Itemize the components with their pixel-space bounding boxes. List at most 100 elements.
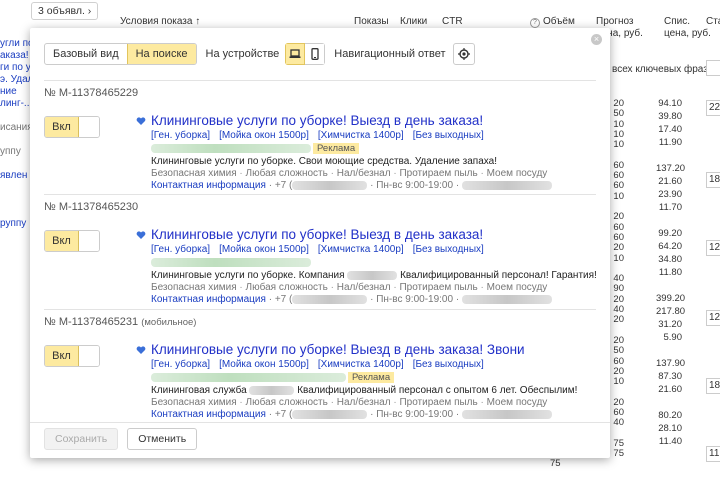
ad-text-end: Квалифицированный персонал с опытом 6 ле… [297,385,578,396]
ad-contact: Контактная информация · +7 ( · Пн-вс 9:0… [151,409,596,420]
left-fragment [0,110,30,122]
ad-number-text: № M-11378465229 [44,87,139,99]
phone-prefix: +7 ( [274,180,293,191]
toggle-on-label: Вкл [45,117,79,137]
sitelink[interactable]: [Мойка окон 1500р] [219,244,309,255]
ads-count-pill[interactable]: 3 объявл. › [31,2,99,20]
sitelink[interactable]: [Без выходных] [413,130,484,141]
sitelink[interactable]: [Ген. уборка] [151,130,210,141]
feature: Протираем пыль [391,397,478,408]
blurred-company [249,385,295,395]
ad-toggle[interactable]: Вкл [44,116,100,138]
sitelink[interactable]: [Химчистка 1400р] [318,130,404,141]
left-fragment: угли по [0,38,30,49]
toggle-knob [79,346,99,366]
all-phrases-label: всех ключевых фраз: [612,64,711,75]
left-fragment: исания [0,122,30,133]
blurred-phone [292,294,368,304]
blurred-url [151,257,311,267]
header-ctr[interactable]: CTR [442,16,463,27]
cell-value: 5.90 [663,332,683,343]
header-volume[interactable]: ? Объём [530,16,575,28]
bid-input[interactable]: 22 [706,100,720,116]
sitelinks: [Ген. уборка] [Мойка окон 1500р] [Химчистк… [151,244,596,255]
left-fragment [0,182,30,194]
ad-title[interactable]: Клининговые услуги по уборке! Выезд в де… [151,113,596,128]
contact-link[interactable]: Контактная информация [151,294,266,305]
feature: Любая сложность [237,397,328,408]
tab-basic-view[interactable]: Базовый вид [45,44,127,64]
ad-toggle[interactable]: Вкл [44,345,100,367]
sitelink[interactable]: [Мойка окон 1500р] [219,359,309,370]
sitelink[interactable]: [Ген. уборка] [151,359,210,370]
cell-value: 21.60 [658,384,682,395]
sitelink[interactable]: [Без выходных] [413,244,484,255]
sitelink[interactable]: [Ген. уборка] [151,244,210,255]
laptop-icon[interactable] [285,43,306,65]
phone-prefix: +7 ( [274,294,293,305]
cell-value: 87.30 [658,371,682,382]
header-writeoff[interactable]: Спис. цена, руб. [664,16,711,40]
header-conditions[interactable]: Условия показа ↑ [120,16,200,27]
left-fragment: ги по уб [0,62,30,73]
save-button[interactable]: Сохранить [44,428,119,450]
cell-value: 80.20 [658,410,682,421]
ad-title[interactable]: Клининговые услуги по уборке! Выезд в де… [151,342,596,357]
toggle-knob [79,117,99,137]
cell-value: 17.40 [658,124,682,135]
sitelink[interactable]: [Мойка окон 1500р] [219,130,309,141]
all-phrases-input[interactable] [706,60,720,76]
left-column-fragments: угли поаказа! Зги по убэ. Удалениелинг-.… [0,38,30,230]
ad-url-row: Реклама [151,142,596,154]
device-switch [285,43,326,65]
reklama-badge: Реклама [348,371,395,383]
bid-input[interactable]: 11 [706,446,720,462]
feature: Моем посуду [478,168,548,179]
left-fragment: уппу [0,146,21,157]
popup-footer: Сохранить Отменить [44,428,198,450]
blurred-phone [292,180,368,190]
blurred-address [461,180,552,190]
ad-url-row [151,256,596,268]
sitelink[interactable]: [Без выходных] [413,359,484,370]
blurred-phone [292,409,368,419]
mobile-suffix: (мобильное) [141,317,197,328]
bid-input[interactable]: 12 [706,240,720,256]
footer-divider [30,422,610,423]
tab-on-search[interactable]: На поиске [126,44,196,64]
blurred-url [151,372,346,382]
cell-value: 399.20 [656,293,686,304]
bid-input[interactable]: 18 [706,378,720,394]
ad-toggle[interactable]: Вкл [44,230,100,252]
header-shows[interactable]: Показы [354,16,389,27]
feature: Безопасная химия [151,397,237,408]
nav-answer-label: Навигационный ответ [334,48,446,60]
mobile-icon[interactable] [305,43,326,65]
header-clicks[interactable]: Клики [400,16,427,27]
left-fragment [0,158,30,170]
sitelinks: [Ген. уборка] [Мойка окон 1500р] [Химчистк… [151,130,596,141]
cell-value: 137.90 [656,358,686,369]
ad-text-start: Клининговые услуги по уборке. Компания [151,270,345,281]
reklama-badge: Реклама [313,142,360,154]
ad-title[interactable]: Клининговые услуги по уборке! Выезд в де… [151,227,596,242]
contact-link[interactable]: Контактная информация [151,180,266,191]
bid-input[interactable]: 12 [706,310,720,326]
left-fragment: линг-... [0,98,30,109]
left-fragment: руппу [0,218,27,229]
favicon-icon [136,117,146,125]
view-mode-switch: Базовый вид На поиске [44,43,197,65]
ad-features: Безопасная химияЛюбая сложностьНал/безна… [151,397,596,408]
ad-text: Клининговые услуги по уборке. Компания К… [151,270,597,281]
divider [44,80,596,81]
sitelink[interactable]: [Химчистка 1400р] [318,359,404,370]
cell-value: 39.80 [658,111,682,122]
favicon-icon [136,346,146,354]
work-hours: Пн-вс 9:00-19:00 [376,294,454,305]
close-icon[interactable]: × [591,34,602,45]
target-icon[interactable] [453,43,476,65]
sitelink[interactable]: [Химчистка 1400р] [318,244,404,255]
cancel-button[interactable]: Отменить [127,428,198,450]
bid-input[interactable]: 18 [706,172,720,188]
contact-link[interactable]: Контактная информация [151,409,266,420]
